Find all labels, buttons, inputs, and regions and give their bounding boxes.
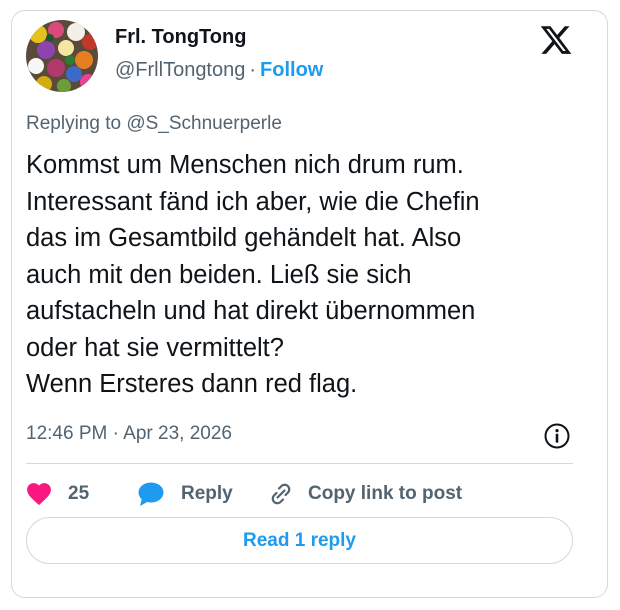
user-handle[interactable]: @FrllTongtong	[115, 59, 245, 81]
reply-button[interactable]: Reply	[137, 470, 233, 518]
avatar[interactable]	[26, 20, 98, 92]
speech-bubble-icon	[138, 482, 164, 506]
follow-button[interactable]: Follow	[260, 59, 323, 81]
tweet-text: Kommst um Menschen nich drum rum. Intere…	[26, 151, 480, 398]
heart-icon	[27, 483, 51, 506]
link-icon	[271, 483, 291, 505]
handle-row: @FrllTongtong · Follow	[115, 59, 323, 82]
replying-prefix: Replying to	[26, 113, 127, 134]
separator-dot: ·	[249, 59, 257, 81]
divider	[26, 463, 573, 464]
copy-link-button[interactable]: Copy link to post	[268, 470, 462, 518]
timestamp[interactable]: 12:46 PM · Apr 23, 2026	[26, 423, 232, 445]
copy-link-label: Copy link to post	[308, 483, 463, 504]
replying-to: Replying to @S_Schnuerperle	[26, 113, 282, 135]
x-logo-icon[interactable]	[539, 23, 573, 57]
replying-mention-link[interactable]: @S_Schnuerperle	[126, 113, 282, 134]
display-name[interactable]: Frl. TongTong	[115, 26, 246, 49]
like-count: 25	[68, 483, 90, 504]
like-button[interactable]: 25	[26, 470, 89, 518]
info-icon[interactable]	[543, 422, 571, 450]
read-replies-button[interactable]: Read 1 reply	[26, 517, 573, 564]
avatar-flowers-image	[26, 20, 98, 92]
reply-label: Reply	[181, 483, 233, 504]
